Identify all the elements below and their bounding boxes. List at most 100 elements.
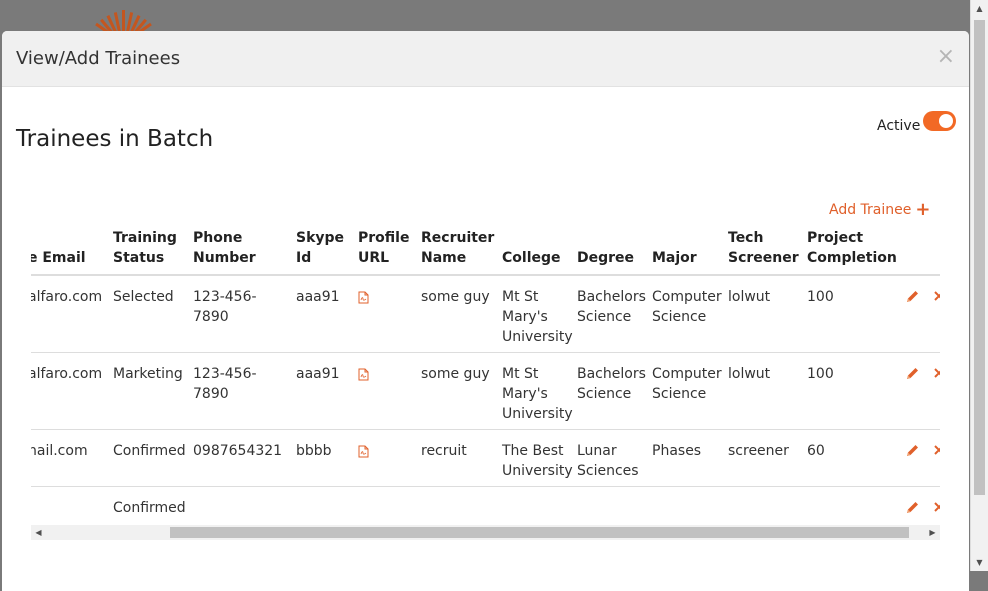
row-divider [31,429,940,430]
cell-email: nail.com [31,441,88,461]
header-status-line: Training [113,230,177,246]
cell-college: Mt St Mary's University [502,287,573,347]
header-tech-line: Tech [728,230,764,246]
cell-major-line: Phases [652,443,702,459]
cell-status-line: Confirmed [113,443,186,459]
cell-project-line: 100 [807,289,834,305]
cell-degree-line: Lunar [577,443,617,459]
cell-college-line: Mt St [502,289,539,305]
profile-pdf-icon[interactable] [358,291,369,304]
header-degree-line: Degree [577,250,635,266]
page-scrollbar-thumb[interactable] [974,20,985,495]
cell-tech: screener [728,441,789,461]
scroll-left-icon[interactable]: ◀ [31,525,46,540]
header-recruiter-line: Recruiter [421,230,495,246]
modal-title: View/Add Trainees [16,48,181,69]
header-profile: Profile URL [358,228,409,268]
cell-major: Phases [652,441,701,461]
delete-icon[interactable] [933,501,940,513]
edit-pencil-icon[interactable] [905,289,920,304]
cell-skype-line: bbbb [296,443,332,459]
header-recruiter-line: Name [421,250,467,266]
cell-project-line: 100 [807,366,834,382]
cell-degree: Bachelors Science [577,364,646,404]
profile-pdf-icon[interactable] [358,368,369,381]
active-label: Active [877,118,921,134]
active-toggle[interactable] [923,111,956,131]
cell-email: ı [31,498,32,518]
cell-degree-line: Bachelors [577,289,646,305]
page-scrollbar[interactable]: ▲ ▼ [970,0,988,571]
cell-major-line: Science [652,386,707,402]
cell-college-line: University [502,463,573,479]
cell-tech-line: screener [728,443,789,459]
cell-phone: 0987654321 [193,441,282,461]
header-profile-line: URL [358,250,390,266]
table-horizontal-scrollbar[interactable]: ◀ ▶ [31,525,940,540]
cell-status: Confirmed [113,441,186,461]
cell-degree: Bachelors Science [577,287,646,327]
cell-project: 60 [807,441,825,461]
cell-major-line: Science [652,309,707,325]
header-phone-line: Number [193,250,256,266]
cell-status: Selected [113,287,174,307]
cell-email-line: ı [31,498,32,518]
profile-pdf-icon[interactable] [358,445,369,458]
cell-recruiter: some guy [421,287,490,307]
header-tech: Tech Screener [728,228,799,268]
table-scrollbar-thumb[interactable] [170,527,909,538]
cell-college-line: Mary's [502,309,548,325]
cell-phone: 123-456- 7890 [193,287,257,327]
cell-major: Computer Science [652,364,722,404]
cell-skype: aaa91 [296,364,340,384]
cell-phone-line: 123-456- [193,366,257,382]
header-recruiter: Recruiter Name [421,228,494,268]
cell-email: alfaro.com [31,287,102,307]
header-skype-line: Id [296,250,312,266]
cell-recruiter-line: some guy [421,366,490,382]
trainees-table-viewport: e Email Training Status Phone Number Skype Id P… [31,216,940,526]
header-phone-line: Phone [193,230,243,246]
row-divider [31,486,940,487]
cell-recruiter-line: some guy [421,289,490,305]
header-project: Project Completion [807,228,897,268]
cell-skype: bbbb [296,441,332,461]
cell-email-line: nail.com [31,443,88,459]
cell-major: Computer Science [652,287,722,327]
header-college: College [502,248,561,268]
header-status-line: Status [113,250,165,266]
cell-college-line: The Best [502,443,564,459]
header-project-line: Project [807,230,864,246]
header-email-line: e Email [31,250,86,266]
header-tech-line: Screener [728,250,799,266]
cell-tech: lolwut [728,287,770,307]
header-degree: Degree [577,248,634,268]
header-college-line: College [502,250,561,266]
cell-recruiter: recruit [421,441,467,461]
view-add-trainees-modal: View/Add Trainees × Trainees in Batch Ac… [2,31,969,591]
delete-icon[interactable] [933,367,940,379]
edit-pencil-icon[interactable] [905,443,920,458]
cell-project-line: 60 [807,443,825,459]
scroll-up-icon[interactable]: ▲ [971,0,988,17]
cell-tech-line: lolwut [728,289,771,305]
cell-recruiter-line: recruit [421,443,467,459]
cell-status: Marketing [113,364,183,384]
cell-email-line: alfaro.com [31,366,103,382]
scroll-right-icon[interactable]: ▶ [925,525,940,540]
edit-pencil-icon[interactable] [905,500,920,515]
cell-status-line: Marketing [113,366,183,382]
cell-phone-line: 7890 [193,386,229,402]
close-icon[interactable]: × [937,44,955,69]
edit-pencil-icon[interactable] [905,366,920,381]
cell-college-line: Mt St [502,366,539,382]
cell-phone: 123-456- 7890 [193,364,257,404]
delete-icon[interactable] [933,290,940,302]
modal-header: View/Add Trainees × [2,31,969,87]
cell-college-line: University [502,406,573,422]
scroll-down-icon[interactable]: ▼ [971,554,988,571]
delete-icon[interactable] [933,444,940,456]
cell-status: Confirmed [113,498,186,518]
cell-college: The Best University [502,441,573,481]
cell-status-line: Selected [113,289,174,305]
